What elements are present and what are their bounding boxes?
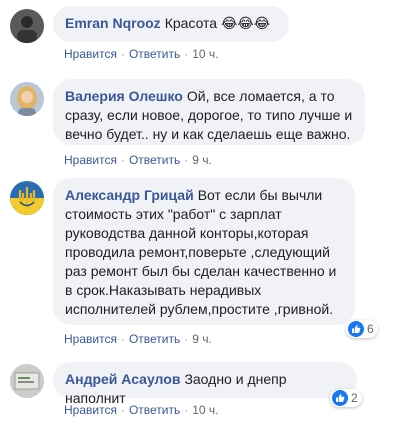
comment-bubble: Emran Nqrooz Красота 😂😂😂 (53, 6, 289, 42)
separator: · (120, 153, 125, 167)
comment-author[interactable]: Валерия Олешко (65, 88, 183, 104)
comment-bubble: Валерия Олешко Ой, все ломается, а то сра… (53, 79, 365, 145)
separator: · (184, 403, 189, 417)
reactions-count: 2 (351, 391, 358, 405)
separator: · (184, 332, 189, 346)
like-icon (332, 390, 348, 406)
like-link[interactable]: Нравится (64, 332, 117, 346)
avatar-trident-icon (10, 181, 44, 215)
avatar[interactable] (10, 9, 44, 43)
comment-text: Вот если бы вычли стоимость этих "работ"… (65, 187, 337, 317)
like-link[interactable]: Нравится (64, 153, 117, 167)
like-link[interactable]: Нравится (64, 403, 117, 417)
comment-actions: Нравится · Ответить · 10 ч. (64, 402, 219, 418)
comment-bubble: Андрей Асаулов Заодно и днепр наполнит (53, 362, 357, 406)
comment-time[interactable]: 10 ч. (192, 47, 218, 61)
comment-time[interactable]: 10 ч. (192, 403, 218, 417)
separator: · (184, 47, 189, 61)
reply-link[interactable]: Ответить (129, 332, 180, 346)
reply-link[interactable]: Ответить (129, 153, 180, 167)
like-link[interactable]: Нравится (64, 47, 117, 61)
avatar-woman-icon (10, 82, 44, 116)
comment-bubble: Александр Грицай Вот если бы вычли стоимо… (53, 178, 355, 325)
reactions-badge[interactable]: 2 (330, 389, 362, 407)
comment-author[interactable]: Андрей Асаулов (65, 371, 180, 387)
reply-link[interactable]: Ответить (129, 403, 180, 417)
reply-link[interactable]: Ответить (129, 47, 180, 61)
avatar[interactable] (10, 364, 44, 398)
comment-time[interactable]: 9 ч. (192, 153, 212, 167)
reactions-count: 6 (367, 322, 374, 336)
like-icon (348, 321, 364, 337)
avatar[interactable] (10, 181, 44, 215)
comment-actions: Нравится · Ответить · 10 ч. (64, 46, 219, 62)
comment-actions: Нравится · Ответить · 9 ч. (64, 331, 212, 347)
separator: · (120, 332, 125, 346)
avatar-screen-icon (10, 364, 44, 398)
comment-author[interactable]: Emran Nqrooz (65, 15, 161, 31)
comment-time[interactable]: 9 ч. (192, 332, 212, 346)
comment-actions: Нравится · Ответить · 9 ч. (64, 152, 212, 168)
comment-text: Красота 😂😂😂 (164, 15, 271, 31)
separator: · (120, 47, 125, 61)
avatar[interactable] (10, 82, 44, 116)
avatar-dark-person-icon (10, 9, 44, 43)
comment-author[interactable]: Александр Грицай (65, 187, 194, 203)
separator: · (184, 153, 189, 167)
separator: · (120, 403, 125, 417)
reactions-badge[interactable]: 6 (346, 320, 378, 338)
